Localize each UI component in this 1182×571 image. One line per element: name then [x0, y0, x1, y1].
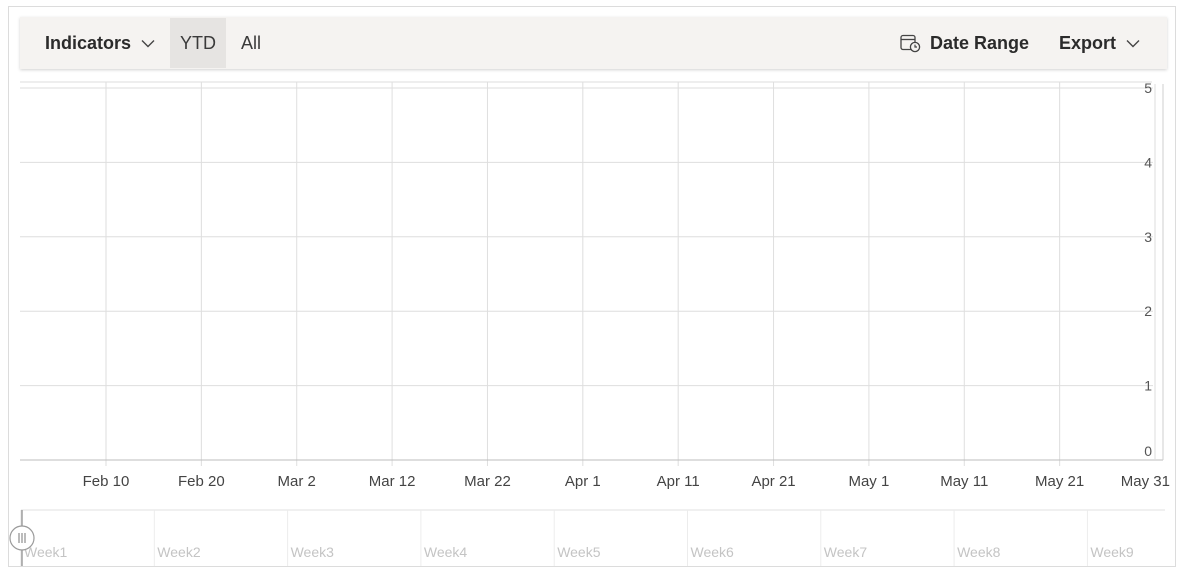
navigator-label: Week8: [957, 544, 1001, 560]
navigator-label: Week9: [1090, 544, 1134, 560]
x-tick-label: May 31: [1121, 473, 1170, 490]
x-tick-label: Feb 20: [178, 473, 225, 490]
y-tick-label: 2: [1144, 303, 1152, 319]
x-tick-label: May 1: [848, 473, 889, 490]
y-tick-label: 0: [1144, 443, 1152, 459]
x-tick-label: Apr 1: [565, 473, 601, 490]
x-tick-label: Mar 12: [369, 473, 416, 490]
navigator-label: Week3: [291, 544, 335, 560]
navigator-label: Week2: [157, 544, 201, 560]
y-tick-label: 4: [1144, 154, 1152, 170]
navigator-label: Week6: [691, 544, 735, 560]
x-tick-label: Mar 22: [464, 473, 511, 490]
navigator-label: Week4: [424, 544, 468, 560]
x-tick-label: Mar 2: [278, 473, 316, 490]
x-tick-label: Apr 21: [751, 473, 795, 490]
y-tick-label: 1: [1144, 378, 1152, 394]
stock-chart: 012345Feb 10 Feb 20 Mar 2 Mar 12 Mar 22 Apr 1…: [9, 80, 1170, 566]
x-tick-label: May 11: [940, 473, 988, 490]
x-tick-label: Feb 10: [83, 473, 130, 490]
navigator-label: Week7: [824, 544, 868, 560]
navigator-label: Week5: [557, 544, 601, 560]
y-tick-label: 3: [1144, 229, 1152, 245]
x-tick-label: May 21: [1035, 473, 1084, 490]
x-tick-label: Apr 11: [657, 473, 700, 490]
